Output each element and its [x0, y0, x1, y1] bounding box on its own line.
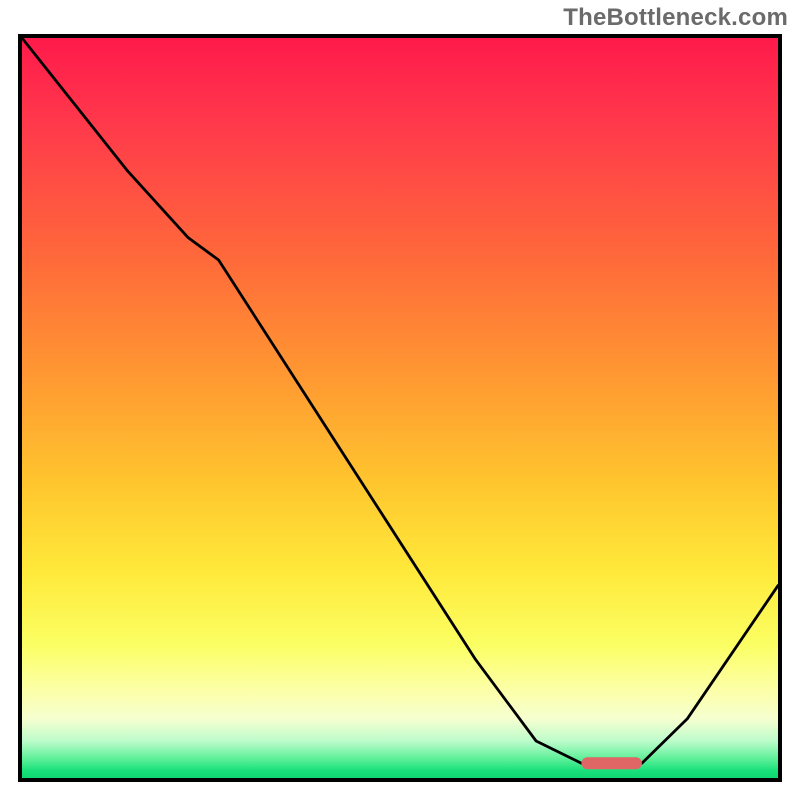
- page-container: TheBottleneck.com: [0, 0, 800, 800]
- bottleneck-curve: [22, 38, 778, 763]
- chart-svg: [22, 38, 778, 778]
- chart-frame: [18, 34, 782, 782]
- watermark-text: TheBottleneck.com: [563, 4, 788, 32]
- optimal-range-marker: [581, 757, 642, 769]
